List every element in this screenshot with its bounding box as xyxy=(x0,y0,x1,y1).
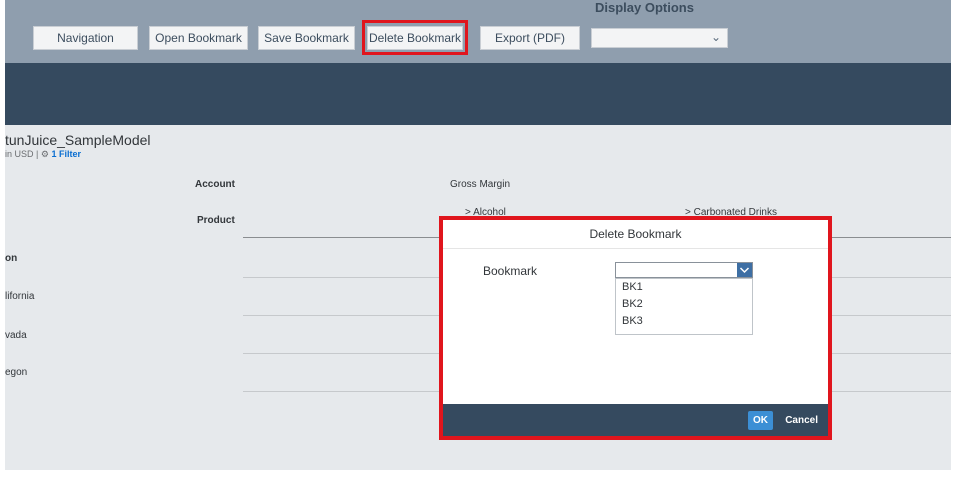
save-bookmark-button[interactable]: Save Bookmark xyxy=(258,26,355,50)
row-label-nevada[interactable]: vada xyxy=(5,330,27,341)
account-header: Account xyxy=(195,179,235,190)
delete-bookmark-dialog: Delete Bookmark Bookmark BK1 BK2 BK3 OK … xyxy=(439,216,832,440)
filter-icon: ⚙ xyxy=(40,149,49,159)
row-label-oregon[interactable]: egon xyxy=(5,367,27,378)
display-options-label: Display Options xyxy=(595,0,694,15)
row-label-region: on xyxy=(5,253,18,264)
product-header: Product xyxy=(197,215,235,226)
bookmark-option[interactable]: BK2 xyxy=(616,296,752,313)
bookmark-options-list: BK1 BK2 BK3 xyxy=(615,278,753,335)
open-bookmark-button[interactable]: Open Bookmark xyxy=(149,26,248,50)
chevron-down-icon: ⌄ xyxy=(710,30,721,44)
filter-link[interactable]: 1 Filter xyxy=(51,149,81,159)
dialog-footer: OK Cancel xyxy=(443,404,828,436)
ok-button[interactable]: OK xyxy=(748,411,773,430)
chevron-down-icon[interactable] xyxy=(737,263,752,277)
navigation-button[interactable]: Navigation xyxy=(33,26,138,50)
header-band xyxy=(5,63,951,125)
bookmark-select[interactable] xyxy=(615,262,753,278)
measure-header: Gross Margin xyxy=(450,179,511,190)
row-label-california[interactable]: lifornia xyxy=(5,291,34,302)
app-window: Navigation Open Bookmark Save Bookmark D… xyxy=(5,0,951,470)
bookmark-option[interactable]: BK3 xyxy=(616,313,752,330)
bookmark-option[interactable]: BK1 xyxy=(616,279,752,296)
toolbar: Navigation Open Bookmark Save Bookmark D… xyxy=(5,0,951,63)
bookmark-field-label: Bookmark xyxy=(483,264,538,278)
cancel-button[interactable]: Cancel xyxy=(785,411,818,430)
export-pdf-button[interactable]: Export (PDF) xyxy=(480,26,580,50)
delete-bookmark-highlight xyxy=(362,20,468,55)
model-subtitle: in USD | ⚙ 1 Filter xyxy=(5,149,81,160)
display-options-select[interactable]: ⌄ xyxy=(591,28,728,48)
model-title: tunJuice_SampleModel xyxy=(5,132,151,148)
model-currency: in USD | xyxy=(5,149,39,159)
dialog-title: Delete Bookmark xyxy=(443,220,828,249)
